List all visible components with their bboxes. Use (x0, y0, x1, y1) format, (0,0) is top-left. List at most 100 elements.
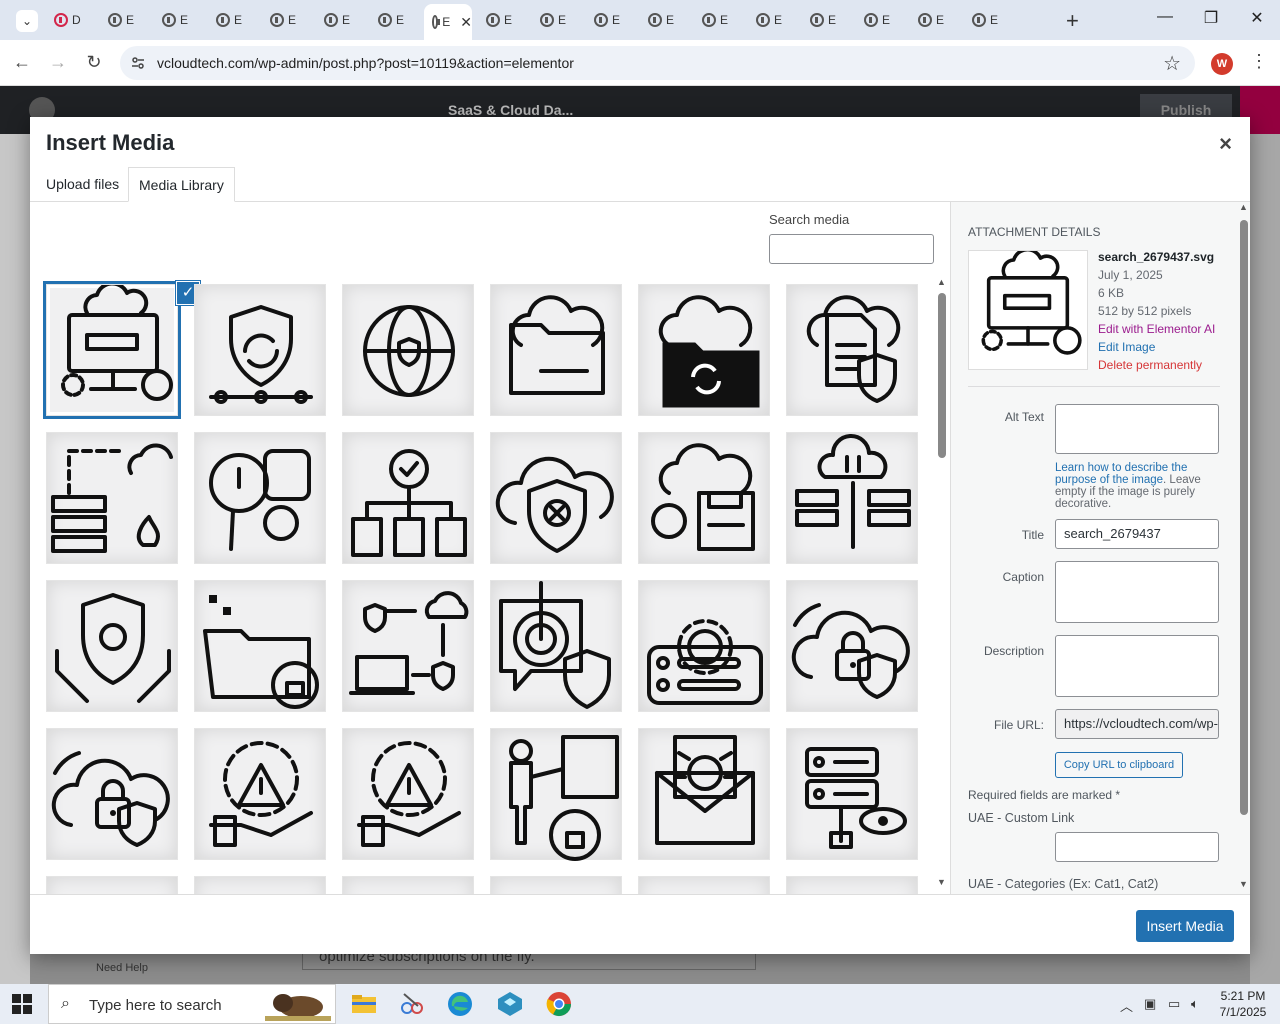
edit-with-ai-link[interactable]: Edit with Elementor AI (1098, 320, 1215, 338)
media-item[interactable] (786, 284, 918, 416)
media-item[interactable] (342, 432, 474, 564)
cube-app-icon[interactable] (496, 990, 524, 1018)
media-item[interactable] (786, 580, 918, 712)
window-close-icon[interactable]: ✕ (1242, 8, 1272, 28)
network-icon[interactable]: ▭ (1168, 996, 1180, 1012)
search-media-input[interactable] (769, 234, 934, 264)
taskbar-clock[interactable]: 5:21 PM 7/1/2025 (1212, 988, 1274, 1020)
browser-tab[interactable]: E (208, 6, 260, 34)
copy-url-button[interactable]: Copy URL to clipboard (1055, 752, 1183, 778)
browser-tab[interactable]: E (532, 6, 584, 34)
page-title[interactable]: SaaS & Cloud Da... (448, 102, 573, 118)
new-tab-button[interactable]: + (1066, 8, 1079, 34)
media-item[interactable] (46, 580, 178, 712)
file-explorer-icon[interactable] (350, 990, 378, 1018)
browser-tab[interactable]: E (586, 6, 638, 34)
browser-tab[interactable]: E ✕ (424, 4, 472, 40)
title-field[interactable]: search_2679437 (1055, 519, 1219, 549)
tab-upload-files[interactable]: Upload files (36, 167, 129, 202)
browser-tab[interactable]: E (100, 6, 152, 34)
media-item[interactable] (786, 432, 918, 564)
back-arrow-icon[interactable]: ← (10, 52, 34, 73)
media-item[interactable] (342, 728, 474, 860)
minimize-icon[interactable]: — (1150, 8, 1180, 26)
scroll-up-icon[interactable]: ▲ (937, 277, 946, 287)
omnibox[interactable]: vcloudtech.com/wp-admin/post.php?post=10… (120, 46, 1195, 80)
media-item[interactable] (194, 876, 326, 894)
media-item[interactable] (342, 284, 474, 416)
media-item[interactable] (490, 728, 622, 861)
browser-tab[interactable]: E (154, 6, 206, 34)
browser-tab[interactable]: E (370, 6, 422, 34)
browser-tab[interactable]: E (262, 6, 314, 34)
site-info-icon[interactable] (130, 55, 146, 71)
media-item[interactable] (490, 580, 622, 712)
media-item[interactable]: ✓ (46, 281, 200, 416)
browser-tab[interactable]: E (478, 6, 530, 34)
media-item[interactable] (786, 876, 918, 894)
browser-tab[interactable]: E (802, 6, 854, 34)
media-item[interactable] (638, 284, 770, 416)
browser-tab[interactable]: E (694, 6, 746, 34)
alt-text-field[interactable] (1055, 404, 1219, 454)
file-url-field[interactable]: https://vcloudtech.com/wp-content/upload… (1055, 709, 1219, 739)
media-item[interactable] (638, 728, 770, 860)
media-item[interactable] (194, 284, 326, 416)
snipping-tool-icon[interactable] (398, 990, 426, 1018)
media-item[interactable] (490, 876, 622, 894)
tab-media-library[interactable]: Media Library (128, 167, 235, 202)
media-item[interactable] (46, 728, 178, 860)
media-item[interactable] (194, 432, 326, 564)
media-item[interactable] (490, 284, 622, 416)
windows-start-icon[interactable] (12, 994, 32, 1014)
restore-icon[interactable]: ❐ (1196, 8, 1226, 28)
forward-arrow-icon[interactable]: → (46, 52, 70, 73)
description-field[interactable] (1055, 635, 1219, 697)
scroll-down-icon[interactable]: ▼ (937, 877, 946, 887)
browser-tab[interactable]: E (316, 6, 368, 34)
profile-avatar[interactable]: W (1211, 53, 1233, 75)
scroll-thumb[interactable] (938, 293, 946, 458)
tray-chevron-icon[interactable]: ︿ (1120, 996, 1133, 1015)
volume-icon[interactable]: 🔈︎ (1191, 996, 1199, 1012)
media-item[interactable] (46, 876, 178, 894)
browser-menu-icon[interactable]: ⋮ (1250, 51, 1268, 72)
media-grid-scrollbar[interactable]: ▲ ▼ (936, 277, 948, 894)
media-item[interactable] (638, 432, 770, 564)
delete-permanently-link[interactable]: Delete permanently (1098, 356, 1215, 374)
browser-tab[interactable]: E (748, 6, 800, 34)
edge-browser-icon[interactable] (446, 990, 474, 1018)
media-item[interactable] (786, 728, 918, 860)
details-scroll-down-icon[interactable]: ▼ (1239, 879, 1248, 889)
media-item[interactable] (638, 876, 770, 894)
media-item[interactable] (46, 432, 178, 564)
browser-tab[interactable]: E (856, 6, 908, 34)
details-scroll-thumb[interactable] (1240, 220, 1248, 815)
tab-close-icon[interactable]: ✕ (460, 14, 472, 31)
details-scroll-up-icon[interactable]: ▲ (1239, 202, 1248, 212)
chrome-browser-icon[interactable] (545, 990, 573, 1018)
url-text[interactable]: vcloudtech.com/wp-admin/post.php?post=10… (157, 55, 574, 71)
media-item[interactable] (194, 580, 326, 712)
tray-meet-icon[interactable]: ▣ (1144, 996, 1156, 1012)
taskbar-search-box[interactable]: ⌕ Type here to search (48, 984, 336, 1024)
details-scrollbar[interactable]: ▲ ▼ (1238, 202, 1250, 894)
tab-search-chevron-icon[interactable]: ⌄ (16, 10, 38, 32)
browser-tab[interactable]: E (910, 6, 962, 34)
caption-field[interactable] (1055, 561, 1219, 623)
bookmark-star-icon[interactable]: ☆ (1163, 51, 1181, 76)
media-item[interactable] (638, 580, 770, 712)
edit-image-link[interactable]: Edit Image (1098, 338, 1215, 356)
uae-custom-link-field[interactable] (1055, 832, 1219, 862)
browser-tab[interactable]: D (46, 6, 98, 34)
media-item[interactable] (342, 876, 474, 894)
media-item[interactable] (342, 580, 474, 712)
insert-media-button[interactable]: Insert Media (1136, 910, 1234, 942)
media-item[interactable] (490, 432, 622, 564)
modal-close-icon[interactable]: × (1219, 131, 1232, 157)
browser-tab[interactable]: E (964, 6, 1016, 34)
media-item[interactable] (194, 728, 326, 860)
reload-icon[interactable]: ↻ (82, 52, 106, 73)
need-help-link[interactable]: Need Help (96, 962, 148, 974)
browser-tab[interactable]: E (640, 6, 692, 34)
